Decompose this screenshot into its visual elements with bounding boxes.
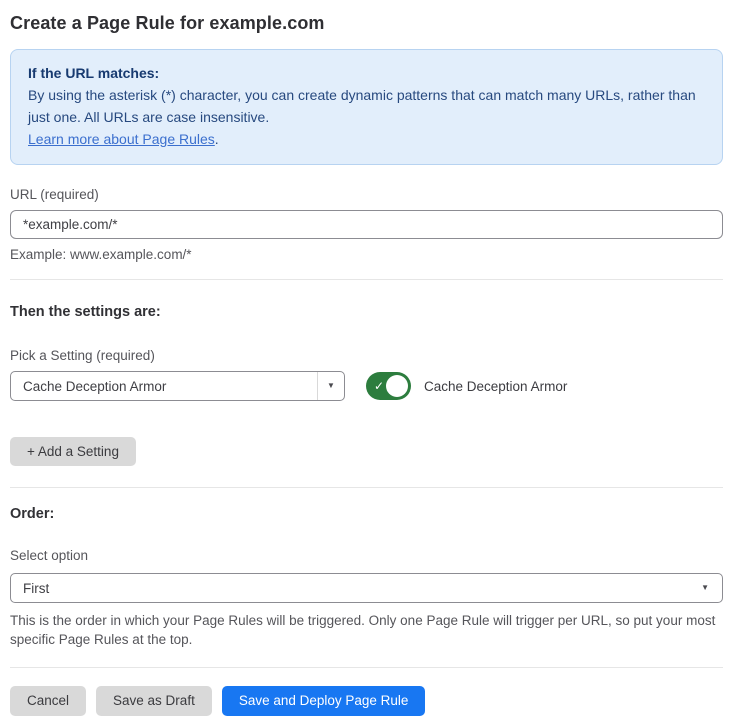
setting-select[interactable]: Cache Deception Armor ▼	[10, 371, 345, 401]
chevron-down-icon: ▼	[327, 382, 335, 390]
url-match-info-box: If the URL matches: By using the asteris…	[10, 49, 723, 165]
cancel-button[interactable]: Cancel	[10, 686, 86, 716]
footer-button-row: Cancel Save as Draft Save and Deploy Pag…	[10, 686, 723, 716]
toggle-knob	[386, 375, 408, 397]
order-select-value: First	[11, 581, 722, 596]
learn-more-link[interactable]: Learn more about Page Rules	[28, 131, 215, 147]
divider	[10, 667, 723, 668]
setting-row: Cache Deception Armor ▼ ✓ Cache Deceptio…	[10, 371, 723, 401]
divider	[10, 487, 723, 488]
order-select[interactable]: First ▼	[10, 573, 723, 603]
url-example-helper: Example: www.example.com/*	[10, 247, 723, 262]
setting-toggle[interactable]: ✓	[366, 372, 411, 400]
order-select-label: Select option	[10, 548, 723, 564]
create-page-rule-form: Create a Page Rule for example.com If th…	[0, 0, 750, 716]
info-box-link-line: Learn more about Page Rules.	[28, 128, 705, 150]
order-section-heading: Order:	[10, 505, 723, 523]
chevron-down-icon: ▼	[701, 584, 709, 592]
setting-select-caret-button[interactable]: ▼	[317, 372, 344, 400]
url-field-label: URL (required)	[10, 187, 723, 203]
save-and-deploy-button[interactable]: Save and Deploy Page Rule	[222, 686, 426, 716]
save-as-draft-button[interactable]: Save as Draft	[96, 686, 212, 716]
info-box-body: By using the asterisk (*) character, you…	[28, 84, 705, 128]
divider	[10, 279, 723, 280]
settings-section-heading: Then the settings are:	[10, 303, 723, 321]
check-icon: ✓	[374, 380, 384, 392]
info-box-heading: If the URL matches:	[28, 62, 705, 84]
pick-setting-label: Pick a Setting (required)	[10, 348, 723, 364]
url-input[interactable]	[10, 210, 723, 239]
add-setting-button[interactable]: + Add a Setting	[10, 437, 136, 466]
link-period: .	[215, 131, 219, 147]
order-help-text: This is the order in which your Page Rul…	[10, 611, 723, 649]
setting-toggle-label: Cache Deception Armor	[424, 379, 567, 394]
setting-select-value: Cache Deception Armor	[11, 379, 317, 394]
page-title: Create a Page Rule for example.com	[10, 12, 723, 34]
